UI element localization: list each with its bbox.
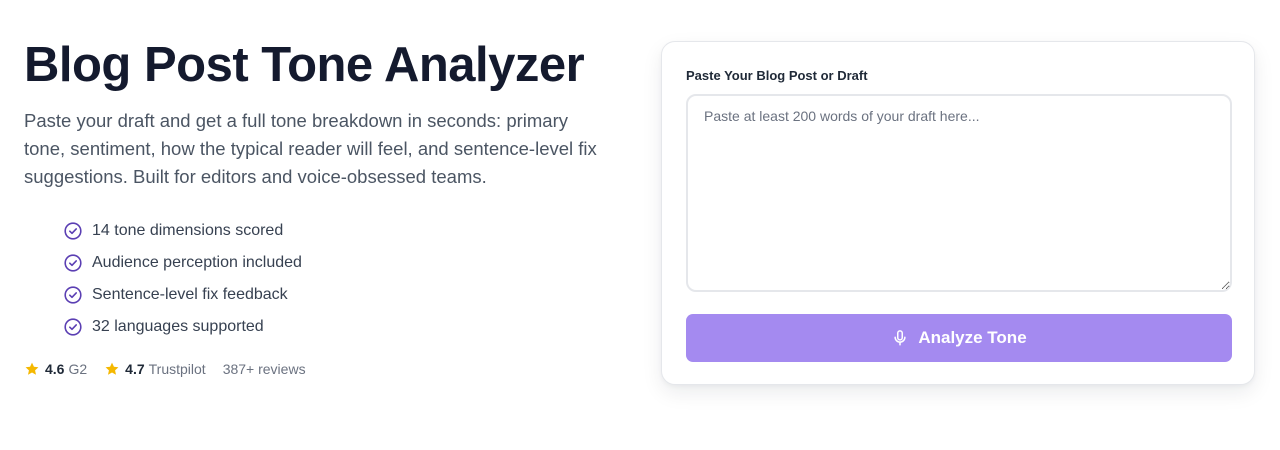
hero-description: Paste your draft and get a full tone bre… (24, 110, 597, 187)
page: Blog Post Tone Analyzer Paste your draft… (0, 0, 1280, 450)
analyzer-card: Paste Your Blog Post or Draft Analyze To… (661, 41, 1255, 385)
star-icon (105, 362, 119, 375)
review-count: 387+ reviews (222, 361, 306, 377)
feature-label: Audience perception included (92, 254, 302, 271)
star-icon (25, 362, 39, 375)
g2-score: 4.6 (45, 361, 65, 377)
analyze-tone-button[interactable]: Analyze Tone (686, 314, 1232, 362)
draft-textarea[interactable] (686, 94, 1232, 292)
g2-label: G2 (68, 361, 88, 377)
feature-label: 32 languages supported (92, 318, 264, 335)
check-circle-icon (64, 254, 82, 272)
microphone-icon (894, 330, 906, 346)
ratings-row: 4.6 G2 4.7 Trustpilot 387+ reviews (24, 361, 624, 377)
feature-list: 14 tone dimensions scored Audience perce… (64, 215, 624, 343)
draft-label: Paste Your Blog Post or Draft (686, 68, 868, 83)
feature-item: 14 tone dimensions scored (64, 215, 624, 247)
feature-label: Sentence-level fix feedback (92, 286, 288, 303)
check-circle-icon (64, 286, 82, 304)
feature-item: 32 languages supported (64, 311, 624, 343)
trustpilot-rating: 4.7 Trustpilot (104, 361, 206, 377)
trustpilot-score: 4.7 (125, 361, 145, 377)
check-circle-icon (64, 222, 82, 240)
analyze-button-label: Analyze Tone (918, 328, 1027, 347)
hero-section: Blog Post Tone Analyzer Paste your draft… (24, 36, 624, 377)
g2-rating: 4.6 G2 (24, 361, 87, 377)
trustpilot-label: Trustpilot (148, 361, 206, 377)
check-circle-icon (64, 318, 82, 336)
feature-item: Audience perception included (64, 247, 624, 279)
feature-label: 14 tone dimensions scored (92, 222, 284, 239)
page-title: Blog Post Tone Analyzer (24, 38, 585, 92)
feature-item: Sentence-level fix feedback (64, 279, 624, 311)
